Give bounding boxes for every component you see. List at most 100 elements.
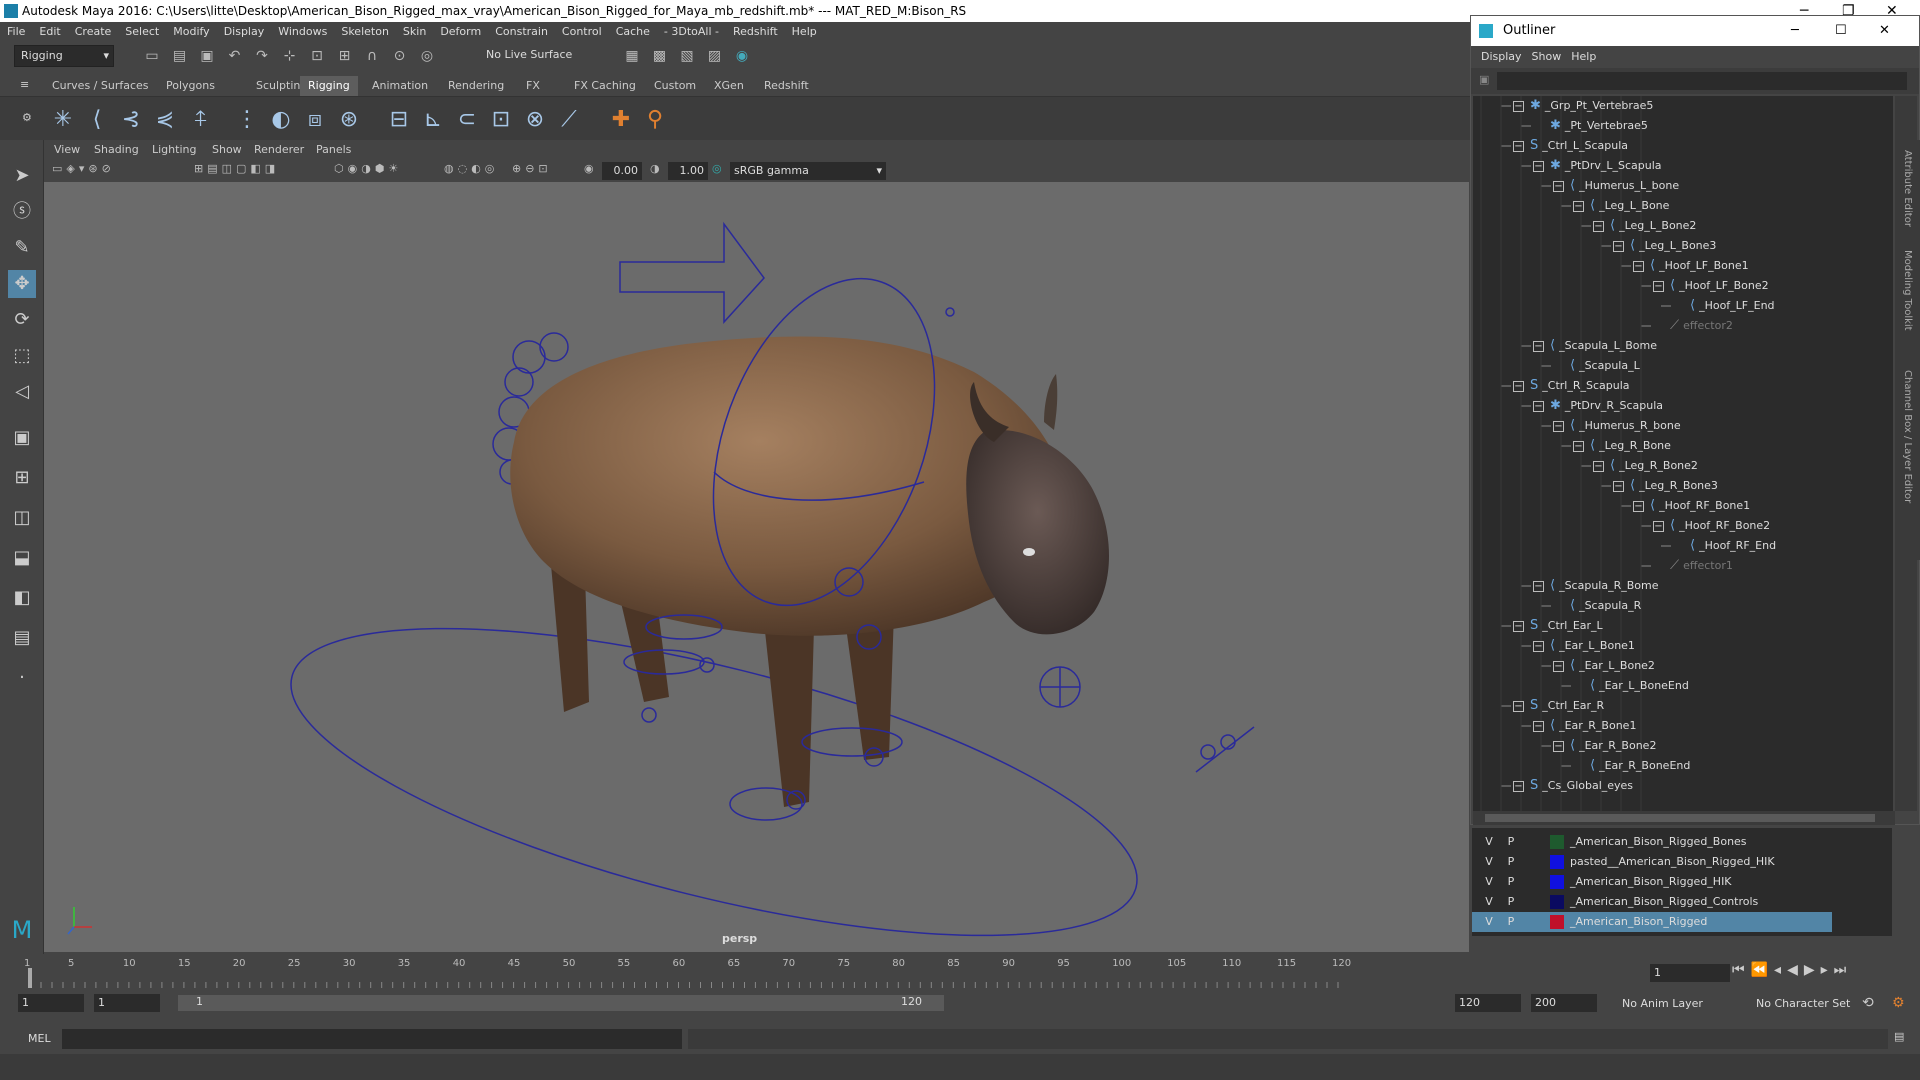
script-editor-icon[interactable]: ▤ — [1894, 1030, 1904, 1043]
mel-label[interactable]: MEL — [28, 1032, 51, 1045]
minimize-icon[interactable]: ─ — [1791, 16, 1799, 46]
step-forward-frame-icon[interactable]: ▸ — [1821, 962, 1834, 978]
layer-row[interactable]: V P _American_Bison_Rigged_Controls — [1472, 892, 1832, 912]
layer-visibility-toggle[interactable]: V — [1482, 832, 1496, 852]
layout-four-icon[interactable]: ⊞ — [8, 464, 36, 492]
render-view-icon[interactable]: ▦ — [622, 46, 642, 66]
bind-skin-icon[interactable]: ⋮ — [232, 105, 262, 135]
outliner-row[interactable]: − ⟨ _Hoof_RF_Bone1 — [1633, 496, 1750, 516]
menu-item[interactable]: Control — [562, 25, 602, 38]
gamma-field[interactable]: 1.00 — [668, 162, 708, 180]
collapse-icon[interactable]: − — [1533, 580, 1544, 592]
outliner-row[interactable]: − S _Cs_Global_eyes — [1513, 776, 1633, 796]
collapse-icon[interactable]: − — [1593, 460, 1604, 472]
panel-menu-item[interactable]: Shading — [94, 140, 139, 160]
outliner-row[interactable]: − ⟨ _Leg_L_Bone2 — [1593, 216, 1696, 236]
outliner-row[interactable]: − ⟨ _Ear_L_Bone1 — [1533, 636, 1635, 656]
collapse-icon[interactable]: − — [1553, 740, 1564, 752]
shelf-tab[interactable]: XGen — [706, 76, 752, 96]
mirror-joint-icon[interactable]: ⋞ — [150, 105, 180, 135]
viewport-persp[interactable] — [44, 182, 1469, 952]
collapse-icon[interactable]: − — [1653, 280, 1664, 292]
outliner-row[interactable]: − ⟨ _Ear_R_Bone1 — [1533, 716, 1636, 736]
panel-menu-item[interactable]: Panels — [316, 140, 351, 160]
layer-playback-toggle[interactable]: P — [1504, 892, 1518, 912]
ik-handle-icon[interactable]: ⟨ — [82, 105, 112, 135]
command-input[interactable] — [62, 1029, 682, 1049]
layer-color-swatch[interactable] — [1550, 875, 1564, 889]
collapse-icon[interactable]: − — [1553, 660, 1564, 672]
collapse-icon[interactable]: − — [1513, 380, 1524, 392]
close-icon[interactable]: ✕ — [1879, 16, 1890, 46]
panel-menu-item[interactable]: Lighting — [152, 140, 196, 160]
point-constraint-icon[interactable]: ⊟ — [384, 105, 414, 135]
outliner-row[interactable]: − ⟨ _Humerus_R_bone — [1553, 416, 1681, 436]
outliner-row[interactable]: − ⟨ _Leg_L_Bone — [1573, 196, 1669, 216]
outliner-row[interactable]: − ⟨ _Leg_L_Bone3 — [1613, 236, 1716, 256]
lasso-tool-icon[interactable]: ⓢ — [8, 198, 36, 226]
step-back-key-icon[interactable]: ⏪ — [1751, 962, 1774, 978]
shading-tools-icon[interactable]: ⬡◉◑⬢☀ — [334, 162, 402, 175]
layer-color-swatch[interactable] — [1550, 835, 1564, 849]
layout-top-icon[interactable]: ⬓ — [8, 544, 36, 572]
colorspace-dropdown[interactable]: sRGB gamma ▾ — [730, 162, 886, 180]
panel-menu-item[interactable]: View — [54, 140, 80, 160]
menu-item[interactable]: Windows — [278, 25, 327, 38]
snap-grid-icon[interactable]: ⊞ — [335, 46, 355, 66]
shelf-options-icon[interactable]: ⚙ — [22, 111, 32, 124]
range-slider[interactable]: 1 120 — [178, 995, 944, 1011]
collapse-icon[interactable]: − — [1573, 440, 1584, 452]
collapse-icon[interactable]: − — [1553, 180, 1564, 192]
collapse-icon[interactable]: − — [1613, 480, 1624, 492]
shelf-tab[interactable]: Redshift — [756, 76, 817, 96]
scale-constraint-icon[interactable]: ⊡ — [486, 105, 516, 135]
outliner-row[interactable]: − ⟨ _Hoof_LF_Bone2 — [1653, 276, 1769, 296]
paint-weights-icon[interactable]: ◐ — [266, 105, 296, 135]
select-hierarchy-icon[interactable]: ⊹ — [280, 46, 300, 66]
menu-item[interactable]: Cache — [616, 25, 650, 38]
collapse-icon[interactable]: − — [1533, 720, 1544, 732]
shelf-tab[interactable]: Rigging — [300, 76, 358, 96]
anim-layer-dropdown[interactable]: No Anim Layer — [1622, 997, 1703, 1010]
outliner-row[interactable]: ⟨ _Ear_L_BoneEnd — [1573, 676, 1689, 696]
save-scene-icon[interactable]: ▣ — [197, 46, 217, 66]
outliner-row[interactable]: ⟨ _Scapula_L — [1553, 356, 1640, 376]
eye-target-control[interactable] — [1195, 726, 1255, 773]
outliner-menu-item[interactable]: Help — [1571, 50, 1596, 63]
outliner-row[interactable]: − ⟨ _Hoof_RF_Bone2 — [1653, 516, 1770, 536]
character-set-dropdown[interactable]: No Character Set — [1756, 997, 1850, 1010]
outliner-menu-item[interactable]: Show — [1532, 50, 1562, 63]
outliner-row[interactable]: − S _Ctrl_Ear_L — [1513, 616, 1603, 636]
start-time-field[interactable]: 1 — [18, 994, 84, 1012]
outliner-row[interactable]: − S _Ctrl_L_Scapula — [1513, 136, 1628, 156]
end-time-field[interactable]: 200 — [1531, 994, 1597, 1012]
attribute-editor-tab[interactable]: Attribute Editor — [1902, 150, 1913, 227]
outliner-row[interactable]: ⟨ _Scapula_R — [1553, 596, 1641, 616]
collapse-icon[interactable]: − — [1513, 700, 1524, 712]
layer-visibility-toggle[interactable]: V — [1482, 892, 1496, 912]
color-management-icon[interactable]: ◎ — [712, 162, 722, 175]
anim-prefs-icon[interactable]: ⚙ — [1892, 995, 1905, 1011]
hypershade-icon[interactable]: ◉ — [732, 46, 752, 66]
layer-playback-toggle[interactable]: P — [1504, 872, 1518, 892]
open-scene-icon[interactable]: ▤ — [170, 46, 190, 66]
snap-curve-icon[interactable]: ∩ — [362, 46, 382, 66]
lattice-icon[interactable]: ⧈ — [300, 105, 330, 135]
time-slider[interactable]: 1 5 10 15 20 25 30 35 40 45 50 55 60 65 70 75 80 85 90 95 10… — [20, 954, 1655, 990]
shelf-menu-icon[interactable]: ≡ — [20, 78, 29, 91]
layer-visibility-toggle[interactable]: V — [1482, 872, 1496, 892]
layer-color-swatch[interactable] — [1550, 855, 1564, 869]
outliner-search-input[interactable] — [1497, 72, 1907, 90]
layer-playback-toggle[interactable]: P — [1504, 852, 1518, 872]
rotate-tool-icon[interactable]: ⟳ — [8, 306, 36, 334]
layout-outliner-icon[interactable]: ▤ — [8, 624, 36, 652]
outliner-row[interactable]: − ✱ _PtDrv_R_Scapula — [1533, 396, 1663, 416]
render-frame-icon[interactable]: ▩ — [650, 46, 670, 66]
panel-menu-item[interactable]: Show — [212, 140, 242, 160]
menu-item[interactable]: Display — [224, 25, 265, 38]
menu-item[interactable]: Modify — [173, 25, 209, 38]
outliner-menu-item[interactable]: Display — [1481, 50, 1522, 63]
menu-item[interactable]: - 3DtoAll - — [664, 25, 719, 38]
filter-icon[interactable]: ▣ — [1479, 73, 1489, 86]
layer-visibility-toggle[interactable]: V — [1482, 912, 1496, 932]
